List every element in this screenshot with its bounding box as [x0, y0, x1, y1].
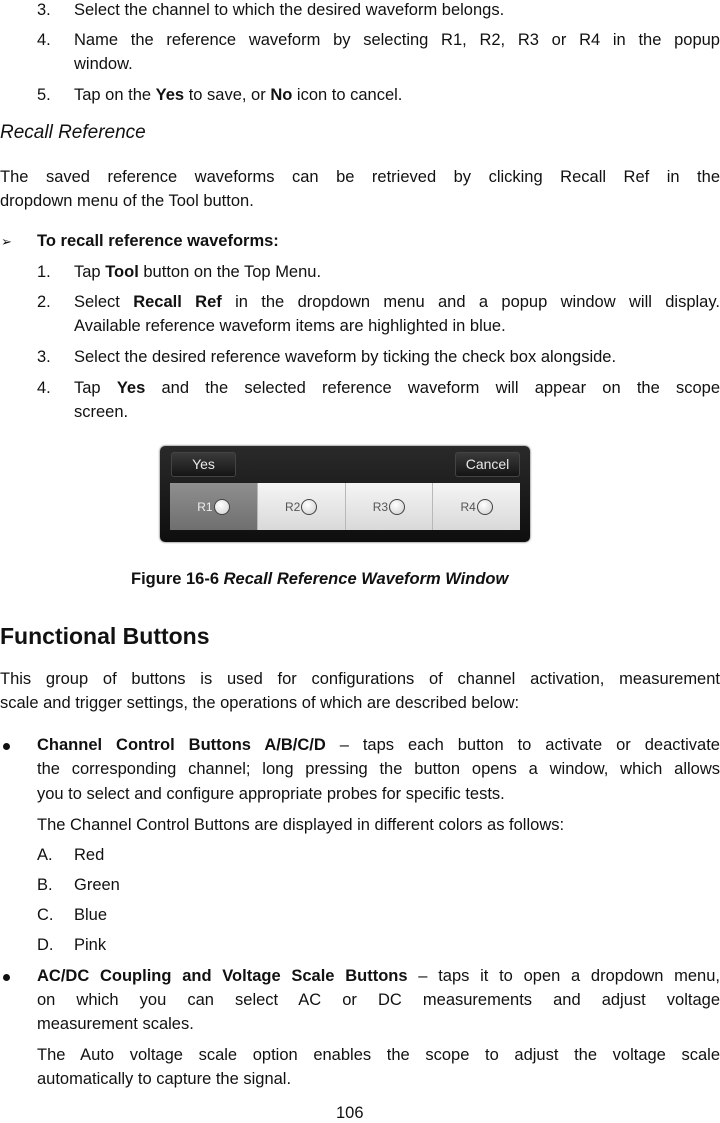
radio-icon[interactable] [476, 498, 493, 515]
ref-option-r3[interactable]: R3 [344, 483, 433, 530]
paragraph: scale and trigger settings, the operatio… [0, 694, 520, 712]
reference-options: R1 R2 R3 R4 [170, 483, 520, 530]
paragraph: The Auto voltage scale option enables th… [37, 1046, 720, 1064]
step-number: 4. [37, 31, 51, 49]
bullet-icon [3, 743, 10, 750]
paragraph: The saved reference waveforms can be ret… [0, 168, 720, 186]
section-subheading: Recall Reference [0, 122, 146, 143]
cancel-button[interactable]: Cancel [455, 452, 520, 477]
list-letter: A. [37, 846, 53, 864]
bullet-text: you to select and configure appropriate … [37, 785, 505, 803]
bullet-icon [3, 974, 10, 981]
bullet-text: measurement scales. [37, 1015, 194, 1033]
step-number: 1. [37, 263, 51, 281]
step-text: Tap Yes and the selected reference wavef… [74, 379, 720, 397]
page-number: 106 [336, 1104, 364, 1122]
procedure-title: To recall reference waveforms: [37, 232, 279, 250]
step-number: 4. [37, 379, 51, 397]
bullet-text: AC/DC Coupling and Voltage Scale Buttons… [37, 967, 720, 985]
color-item: Red [74, 846, 105, 864]
color-item: Pink [74, 936, 107, 954]
paragraph: automatically to capture the signal. [37, 1070, 292, 1088]
step-text: Tap on the Yes to save, or No icon to ca… [74, 86, 403, 104]
paragraph: This group of buttons is used for config… [0, 670, 720, 688]
ref-label: R1 [197, 499, 213, 514]
radio-icon[interactable] [389, 498, 406, 515]
ref-option-r2[interactable]: R2 [256, 483, 345, 530]
ref-option-r4[interactable]: R4 [432, 483, 520, 530]
step-number: 3. [37, 348, 51, 366]
step-text: Select the desired reference waveform by… [74, 348, 617, 366]
paragraph: dropdown menu of the Tool button. [0, 192, 254, 210]
step-text: Available reference waveform items are h… [74, 317, 506, 335]
color-item: Blue [74, 906, 108, 924]
ref-label: R3 [372, 499, 389, 514]
step-number: 5. [37, 86, 51, 104]
section-heading: Functional Buttons [0, 623, 210, 649]
step-number: 3. [37, 1, 51, 19]
list-letter: C. [37, 906, 54, 924]
recall-reference-dialog: Yes Cancel R1 R2 R3 R4 [160, 446, 530, 542]
figure-caption: Figure 16-6 Recall Reference Waveform Wi… [131, 570, 509, 588]
step-number: 2. [37, 293, 51, 311]
ref-option-r1[interactable]: R1 [170, 483, 257, 530]
step-text: Tap Tool button on the Top Menu. [74, 263, 322, 281]
step-text: screen. [74, 403, 129, 421]
bullet-text: the corresponding channel; long pressing… [37, 760, 720, 778]
ref-label: R2 [284, 499, 301, 514]
list-letter: B. [37, 876, 53, 894]
step-text: Select the channel to which the desired … [74, 1, 505, 19]
radio-icon[interactable] [213, 498, 230, 515]
bullet-text: Channel Control Buttons A/B/C/D – taps e… [37, 736, 720, 754]
color-item: Green [74, 876, 120, 894]
step-text: window. [74, 55, 133, 73]
step-text: Select Recall Ref in the dropdown menu a… [74, 293, 720, 311]
step-text: Name the reference waveform by selecting… [74, 31, 720, 49]
arrow-bullet-icon: ➢ [1, 234, 12, 249]
list-letter: D. [37, 936, 54, 954]
paragraph: The Channel Control Buttons are displaye… [37, 816, 565, 834]
bullet-text: on which you can select AC or DC measure… [37, 991, 720, 1009]
yes-button[interactable]: Yes [171, 452, 236, 477]
radio-icon[interactable] [301, 498, 318, 515]
ref-label: R4 [460, 499, 476, 514]
